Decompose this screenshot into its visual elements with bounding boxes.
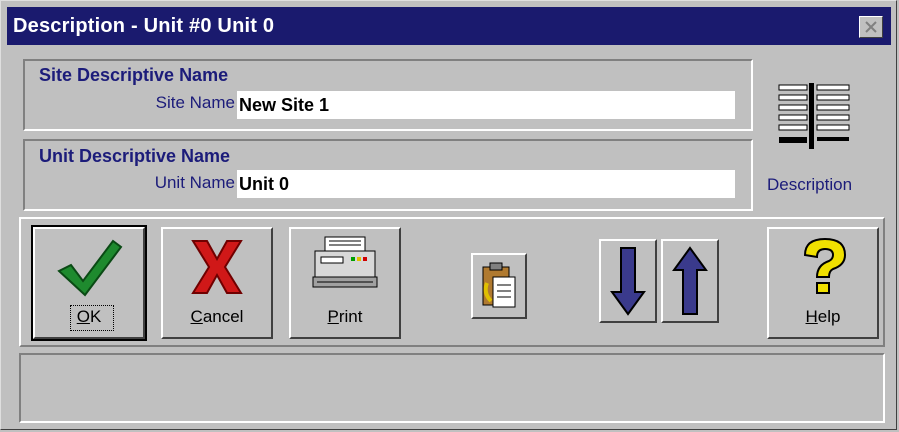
print-label-rest: rint [338, 307, 363, 326]
print-mnemonic: P [327, 307, 339, 326]
site-name-label: Site Name [155, 93, 235, 112]
printer-icon [312, 236, 378, 288]
cancel-mnemonic: C [190, 307, 203, 326]
status-bar [19, 353, 885, 423]
unit-name-label: Unit Name [154, 173, 235, 192]
close-icon [865, 21, 877, 33]
arrow-up-icon [672, 246, 708, 315]
unit-name-input[interactable] [237, 170, 735, 198]
description-dialog: Description - Unit #0 Unit 0 Site Descri… [0, 0, 897, 430]
site-name-input[interactable] [237, 91, 735, 119]
cancel-button[interactable]: Cancel [161, 227, 273, 339]
clipboard-button[interactable] [471, 253, 527, 319]
site-group-title: Site Descriptive Name [39, 65, 229, 85]
window-title: Description - Unit #0 Unit 0 [13, 15, 275, 37]
help-label-rest: elp [817, 307, 841, 326]
buttons-panel [19, 217, 885, 347]
focus-rect [70, 305, 114, 331]
clipboard-icon [482, 262, 516, 308]
print-button[interactable]: Print [289, 227, 401, 339]
checkmark-icon [57, 239, 123, 297]
cancel-label-rest: ancel [202, 307, 244, 326]
red-x-icon [191, 240, 243, 294]
question-mark-icon [803, 237, 847, 294]
description-icon [778, 83, 850, 149]
description-label: Description [767, 175, 853, 194]
move-up-button[interactable] [661, 239, 719, 323]
arrow-down-icon [610, 247, 646, 316]
title-bar[interactable]: Description - Unit #0 Unit 0 [7, 7, 891, 45]
move-down-button[interactable] [599, 239, 657, 323]
help-button[interactable]: Help [767, 227, 879, 339]
ok-button[interactable]: OK [31, 225, 147, 341]
unit-group-title: Unit Descriptive Name [39, 146, 231, 166]
help-mnemonic: H [805, 307, 818, 326]
close-button[interactable] [859, 16, 883, 38]
